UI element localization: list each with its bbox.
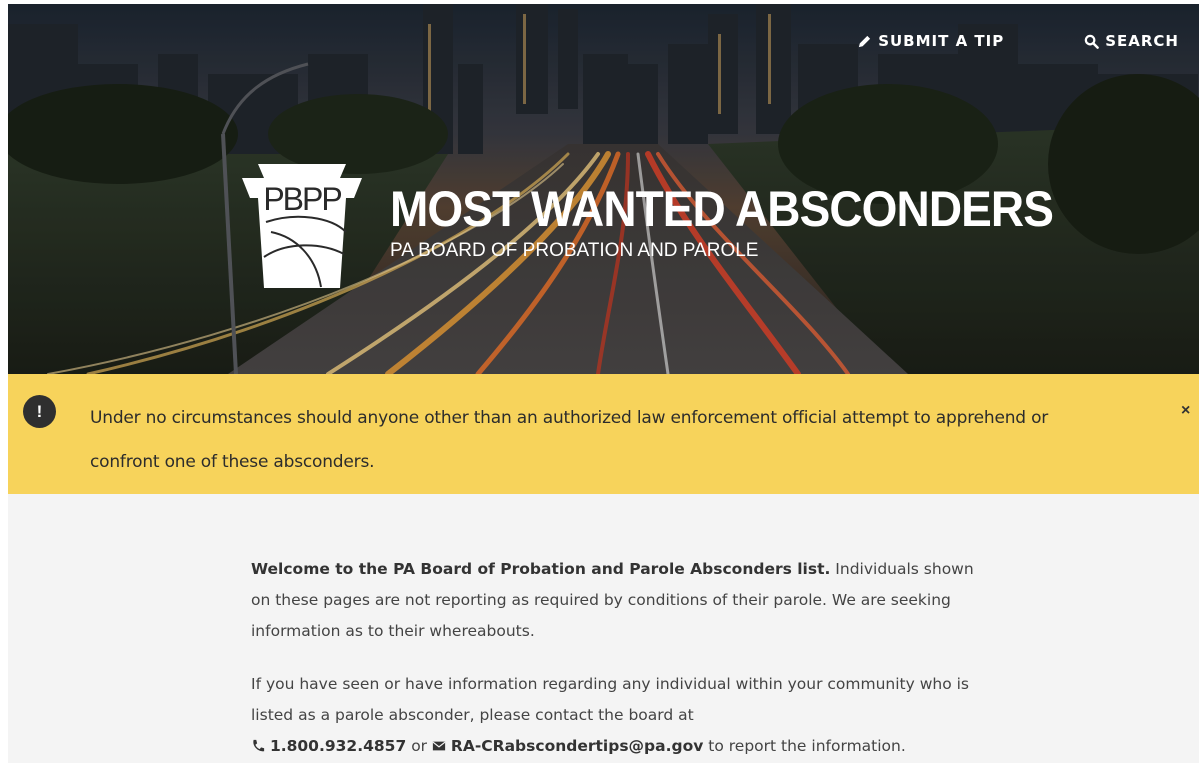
pencil-icon [859, 35, 871, 47]
site-title: MOST WANTED ABSCONDERS [390, 181, 1054, 237]
search-link[interactable]: SEARCH [1084, 32, 1179, 50]
contact-tail: to report the information. [708, 737, 906, 755]
warning-alert: ! Under no circumstances should anyone o… [8, 374, 1199, 494]
search-label: SEARCH [1105, 32, 1179, 50]
email-link[interactable]: RA-CRabscondertips@pa.gov [451, 737, 703, 755]
hero-banner: SUBMIT A TIP SEARCH PBPP MOST WANTED ABS… [8, 4, 1199, 374]
search-icon [1084, 34, 1100, 49]
main-content: Welcome to the PA Board of Probation and… [8, 494, 1199, 763]
contact-line: 1.800.932.4857 or RA-CRabscondertips@pa.… [251, 737, 906, 755]
top-navigation: SUBMIT A TIP SEARCH [857, 32, 1179, 50]
alert-message: Under no circumstances should anyone oth… [90, 408, 1049, 472]
phone-icon [253, 739, 265, 752]
close-alert-button[interactable]: × [1181, 402, 1199, 420]
pbpp-keystone-logo: PBPP [242, 164, 362, 288]
logo-text: PBPP [263, 181, 341, 217]
intro-paragraph-2: If you have seen or have information reg… [251, 669, 981, 762]
submit-tip-link[interactable]: SUBMIT A TIP [857, 32, 1004, 50]
intro-text: Welcome to the PA Board of Probation and… [251, 554, 981, 763]
submit-tip-label: SUBMIT A TIP [878, 32, 1005, 50]
phone-link[interactable]: 1.800.932.4857 [270, 737, 406, 755]
or-text: or [411, 737, 428, 755]
intro-paragraph-1: Welcome to the PA Board of Probation and… [251, 554, 981, 647]
exclamation-icon: ! [23, 395, 56, 428]
site-subtitle: PA BOARD OF PROBATION AND PAROLE [390, 240, 759, 261]
site-brand[interactable]: PBPP MOST WANTED ABSCONDERS PA BOARD OF … [236, 162, 1111, 290]
contact-instructions: If you have seen or have information reg… [251, 675, 970, 724]
intro-lead: Welcome to the PA Board of Probation and… [251, 560, 831, 578]
envelope-icon [432, 741, 446, 751]
